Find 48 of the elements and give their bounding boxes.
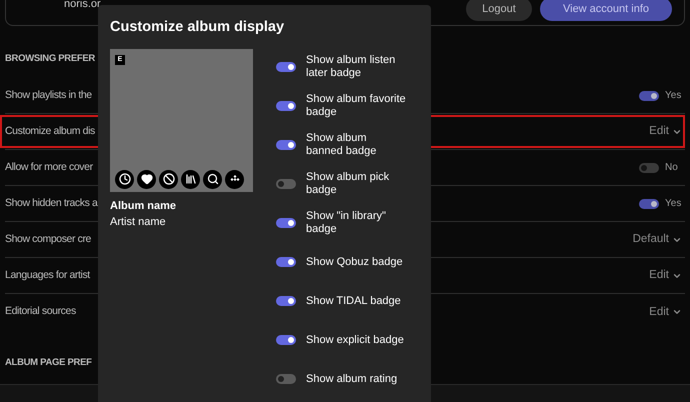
setting-label: Show hidden tracks a — [5, 196, 98, 211]
setting-label: Show playlists in the — [5, 88, 92, 103]
option-label: Show "in library" badge — [306, 210, 387, 236]
dropdown-button[interactable]: Edit — [649, 123, 682, 140]
toggle-switch[interactable] — [639, 162, 659, 173]
option-label: Show explicit badge — [306, 334, 405, 347]
toggle-switch[interactable] — [276, 374, 296, 384]
view-account-button[interactable]: View account info — [540, 0, 672, 21]
books-icon — [181, 170, 200, 189]
dialog-title: Customize album display — [110, 18, 286, 37]
toggle-switch[interactable] — [276, 257, 296, 268]
option-label: Show TIDAL badge — [306, 294, 402, 308]
option-label: Show album listen later badge — [306, 54, 396, 80]
option-label: Show album pick badge — [306, 171, 390, 198]
setting-label: Allow for more cover — [5, 160, 93, 175]
ban-icon — [159, 170, 178, 189]
dropdown-button[interactable]: Edit — [649, 267, 682, 284]
option-label: Show album banned badge — [306, 132, 378, 158]
toggle-switch[interactable] — [276, 335, 296, 346]
toggle-value: No — [665, 161, 679, 176]
toggle-switch[interactable] — [276, 218, 296, 228]
toggle-switch[interactable] — [276, 179, 296, 190]
toggle-value: Yes — [665, 89, 680, 104]
toggle-switch[interactable] — [639, 198, 659, 209]
setting-label: Editorial sources — [5, 304, 76, 320]
option-label: Show album rating — [306, 372, 398, 386]
section-heading: ALBUM PAGE PREF — [5, 356, 92, 370]
toggle-switch[interactable] — [639, 90, 659, 101]
option-label: Show album favorite badge — [306, 93, 406, 120]
toggle-switch[interactable] — [276, 296, 296, 306]
toggle-switch[interactable] — [276, 101, 296, 112]
account-email: noris.or — [64, 0, 101, 12]
setting-label: Customize album dis — [5, 124, 95, 139]
setting-label: Show composer cre — [5, 232, 91, 247]
dropdown-button[interactable]: Edit — [649, 304, 682, 321]
diamonds-icon — [225, 170, 244, 189]
dropdown-button[interactable]: Default — [632, 231, 682, 248]
artist-name: Artist name — [110, 215, 167, 230]
toggle-switch[interactable] — [276, 62, 296, 72]
magnifier-icon — [203, 170, 222, 189]
logout-button[interactable]: Logout — [466, 0, 532, 21]
album-name: Album name — [110, 198, 178, 214]
setting-label: Languages for artist — [5, 268, 90, 283]
clock-icon — [115, 170, 134, 189]
section-heading: BROWSING PREFER — [5, 52, 95, 66]
toggle-value: Yes — [665, 197, 680, 212]
toggle-switch[interactable] — [276, 140, 296, 150]
option-label: Show Qobuz badge — [306, 256, 404, 269]
